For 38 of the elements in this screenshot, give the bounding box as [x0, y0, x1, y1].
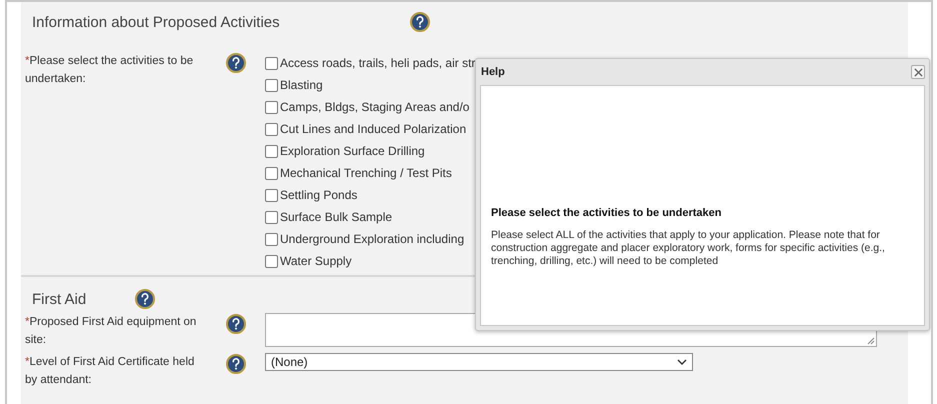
checkbox-label: Cut Lines and Induced Polarization [280, 122, 466, 136]
field-label: *Please select the activities to be undertaken: [25, 54, 194, 87]
checkbox-label: Underground Exploration including [280, 232, 464, 246]
checkbox[interactable] [265, 56, 278, 70]
checkbox[interactable] [265, 232, 278, 246]
help-icon[interactable] [226, 53, 246, 73]
close-icon [914, 68, 922, 76]
help-text: Please select ALL of the activities that apply to your application. Please note that for construction aggregate and placer exploratory work, forms for specific activities (e.g., trenching, drilling, etc.) will need to be completed [491, 229, 886, 268]
help-icon[interactable] [135, 289, 155, 309]
checkbox[interactable] [265, 188, 278, 202]
checkbox-label: Camps, Bldgs, Staging Areas and/o [280, 100, 470, 114]
checkbox-label: Surface Bulk Sample [280, 210, 392, 224]
checkbox[interactable] [265, 254, 278, 268]
checkbox-label: Blasting [280, 78, 323, 92]
help-heading: Please select the activities to be undertaken [491, 207, 722, 219]
checkbox-label: Exploration Surface Drilling [280, 144, 425, 158]
chevron-down-icon [677, 359, 687, 365]
checkbox-label: Settling Ponds [280, 188, 358, 202]
checkbox-label: Mechanical Trenching / Test Pits [280, 166, 452, 180]
checkbox[interactable] [265, 78, 278, 92]
checkbox[interactable] [265, 144, 278, 158]
checkbox[interactable] [265, 210, 278, 224]
field-label: *Proposed First Aid equipment on site: [25, 315, 198, 348]
help-icon[interactable] [226, 354, 246, 374]
checkbox[interactable] [265, 122, 278, 136]
close-button[interactable] [911, 65, 925, 79]
dialog-title: Help [480, 66, 505, 78]
checkbox-label: Access roads, trails, heli pads, air str [280, 56, 476, 70]
checkbox[interactable] [265, 166, 278, 180]
checkbox-label: Water Supply [280, 254, 352, 268]
section-title: Information about Proposed Activities [32, 14, 281, 30]
section-title: First Aid [32, 290, 88, 308]
field-label: *Level of First Aid Certificate held by attendant: [25, 355, 196, 388]
dropdown[interactable]: (None) [265, 353, 693, 371]
checkbox[interactable] [265, 100, 278, 114]
help-icon[interactable] [226, 314, 246, 334]
help-icon[interactable] [410, 12, 430, 32]
resize-grip-icon[interactable] [867, 337, 875, 345]
